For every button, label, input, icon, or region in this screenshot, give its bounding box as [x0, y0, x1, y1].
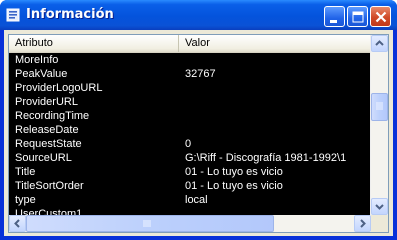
list-row[interactable]: RequestState 0 — [9, 137, 371, 151]
attribute-cell: ProviderLogoURL — [15, 82, 103, 94]
scroll-down-button[interactable] — [371, 198, 388, 215]
value-cell: 01 - Lo tuyo es vicio — [185, 180, 283, 192]
attribute-cell: type — [15, 194, 36, 206]
list-row[interactable]: SourceURL G:\Riff - Discografía 1981-1992… — [9, 151, 371, 165]
attribute-cell: SourceURL — [15, 152, 72, 164]
list-row[interactable]: PeakValue 32767 — [9, 67, 371, 81]
maximize-icon — [352, 11, 364, 23]
value-cell: 32767 — [185, 68, 216, 80]
scrollbar-corner — [371, 215, 388, 232]
list-rows: MoreInfo PeakValue 32767 ProviderLogoURL … — [9, 53, 371, 215]
attribute-cell: TitleSortOrder — [15, 180, 84, 192]
attribute-cell: ProviderURL — [15, 96, 78, 108]
scroll-left-button[interactable] — [9, 215, 26, 232]
maximize-button[interactable] — [347, 6, 368, 27]
window-frame-bottom — [0, 236, 397, 240]
list-row[interactable]: type local — [9, 193, 371, 207]
attribute-cell: Title — [15, 166, 36, 178]
chevron-down-icon — [375, 204, 384, 210]
attribute-cell: MoreInfo — [15, 54, 59, 66]
window-title: Información — [26, 7, 114, 22]
close-icon — [375, 11, 387, 23]
list-row[interactable]: ProviderURL — [9, 95, 371, 109]
info-window: Información Atributo Valor MoreInfo Peak… — [0, 0, 397, 240]
vertical-scrollbar[interactable] — [370, 35, 388, 215]
chevron-up-icon — [375, 40, 384, 46]
horizontal-scroll-thumb[interactable] — [26, 215, 274, 232]
attribute-cell: RequestState — [15, 138, 82, 150]
attribute-list-view[interactable]: Atributo Valor MoreInfo PeakValue 32767 P… — [8, 34, 389, 233]
list-row[interactable]: Title 01 - Lo tuyo es vicio — [9, 165, 371, 179]
value-cell: 01 - Lo tuyo es vicio — [185, 166, 283, 178]
value-cell: G:\Riff - Discografía 1981-1992\1 — [185, 152, 347, 164]
grip-icon — [143, 220, 151, 227]
window-client-area: Atributo Valor MoreInfo PeakValue 32767 P… — [4, 30, 393, 236]
list-row[interactable]: ReleaseDate — [9, 123, 371, 137]
grip-icon — [376, 102, 383, 110]
attribute-cell: ReleaseDate — [15, 124, 79, 136]
list-row[interactable]: UserCustom1 — [9, 207, 371, 215]
value-cell: local — [185, 194, 208, 206]
list-row[interactable]: MoreInfo — [9, 53, 371, 67]
minimize-icon — [330, 20, 337, 23]
list-row[interactable]: RecordingTime — [9, 109, 371, 123]
attribute-cell: RecordingTime — [15, 110, 90, 122]
attribute-cell: PeakValue — [15, 68, 68, 80]
close-button[interactable] — [370, 6, 391, 27]
title-bar[interactable]: Información — [0, 0, 397, 30]
list-row[interactable]: TitleSortOrder 01 - Lo tuyo es vicio — [9, 179, 371, 193]
scroll-right-button[interactable] — [354, 215, 371, 232]
scroll-up-button[interactable] — [371, 35, 388, 52]
attribute-cell: UserCustom1 — [15, 208, 83, 215]
value-cell: 0 — [185, 138, 192, 150]
horizontal-scrollbar[interactable] — [9, 215, 371, 232]
list-row[interactable]: ProviderLogoURL — [9, 81, 371, 95]
chevron-left-icon — [14, 219, 20, 228]
minimize-button[interactable] — [324, 6, 345, 27]
column-header-value[interactable]: Valor — [179, 35, 371, 52]
app-icon — [6, 8, 20, 22]
chevron-right-icon — [360, 219, 366, 228]
window-frame-right — [393, 30, 397, 240]
vertical-scroll-thumb[interactable] — [371, 93, 388, 121]
list-header: Atributo Valor — [9, 35, 371, 53]
column-header-attribute[interactable]: Atributo — [9, 35, 179, 52]
